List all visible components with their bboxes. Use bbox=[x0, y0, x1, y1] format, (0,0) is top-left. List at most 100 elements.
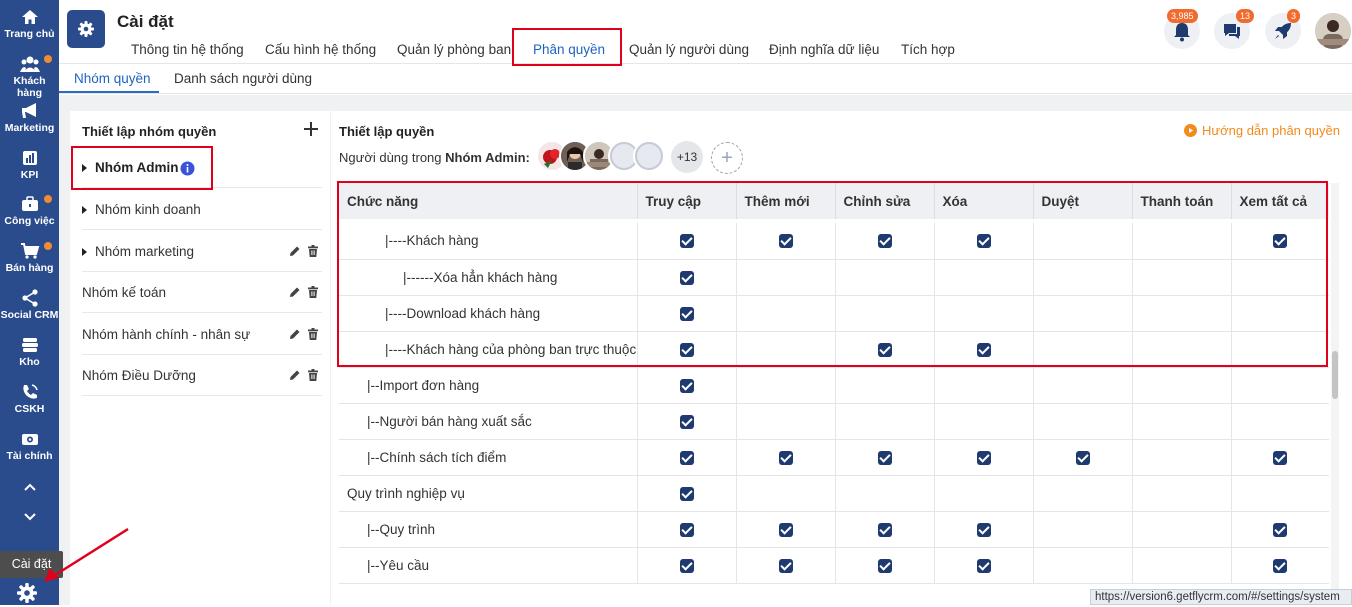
permission-cell[interactable] bbox=[934, 475, 1034, 512]
permission-checkbox[interactable] bbox=[877, 558, 892, 573]
permission-cell[interactable] bbox=[1033, 511, 1133, 548]
permission-cell[interactable] bbox=[1132, 511, 1232, 548]
permission-cell[interactable] bbox=[934, 403, 1034, 440]
permission-checkbox[interactable] bbox=[976, 558, 991, 573]
permission-cell[interactable] bbox=[1231, 403, 1329, 440]
permission-checkbox[interactable] bbox=[778, 558, 793, 573]
permission-checkbox[interactable] bbox=[877, 450, 892, 465]
permission-cell[interactable] bbox=[1033, 367, 1133, 404]
tab-system-info[interactable]: Thông tin hệ thống bbox=[131, 42, 244, 57]
user-avatar[interactable] bbox=[1315, 13, 1351, 49]
table-scrollbar[interactable] bbox=[1331, 183, 1339, 605]
sidebar-item-label: Trang chủ bbox=[4, 28, 55, 40]
notifications-button[interactable]: 3,985 bbox=[1164, 9, 1200, 49]
scrollbar-thumb[interactable] bbox=[1332, 351, 1338, 399]
permission-cell[interactable] bbox=[736, 403, 836, 440]
sidebar-item-social-crm[interactable]: Social CRM bbox=[0, 289, 59, 321]
play-circle-icon bbox=[1184, 124, 1197, 137]
sidebar-item-finance[interactable]: Tài chính bbox=[0, 430, 59, 462]
sidebar-item-home[interactable]: Trang chủ bbox=[0, 8, 59, 40]
permission-cell[interactable] bbox=[736, 475, 836, 512]
group-item-hr-admin[interactable]: Nhóm hành chính - nhân sự bbox=[82, 314, 322, 355]
permission-checkbox[interactable] bbox=[679, 378, 694, 393]
sidebar-item-customer-care[interactable]: CSKH bbox=[0, 383, 59, 415]
sidebar-item-kpi[interactable]: KPI bbox=[0, 149, 59, 181]
add-group-button[interactable] bbox=[303, 121, 319, 139]
sidebar-item-label: CSKH bbox=[14, 403, 45, 415]
tab-system-config[interactable]: Cấu hình hệ thống bbox=[265, 42, 376, 57]
permission-checkbox[interactable] bbox=[679, 450, 694, 465]
permission-cell[interactable] bbox=[1132, 403, 1232, 440]
table-row: Quy trình nghiệp vụ bbox=[339, 475, 1329, 512]
scroll-down-button[interactable] bbox=[0, 510, 59, 525]
permission-checkbox[interactable] bbox=[679, 522, 694, 537]
subtab-user-list[interactable]: Danh sách người dùng bbox=[174, 71, 312, 86]
sidebar-item-tasks[interactable]: Công việc bbox=[0, 195, 59, 227]
edit-icon[interactable] bbox=[289, 245, 301, 257]
permission-cell[interactable] bbox=[835, 475, 935, 512]
tab-integration[interactable]: Tích hợp bbox=[901, 42, 955, 57]
edit-icon[interactable] bbox=[289, 369, 301, 381]
trash-icon[interactable] bbox=[307, 286, 319, 298]
more-users-count[interactable]: +13 bbox=[671, 141, 703, 173]
permission-checkbox[interactable] bbox=[679, 486, 694, 501]
permission-checkbox[interactable] bbox=[679, 558, 694, 573]
tab-department-management[interactable]: Quản lý phòng ban bbox=[397, 42, 511, 57]
function-name: |--Chính sách tích điểm bbox=[339, 439, 638, 476]
sidebar-item-label: Công việc bbox=[4, 215, 55, 227]
permission-cell[interactable] bbox=[1132, 475, 1232, 512]
permission-cell[interactable] bbox=[1033, 475, 1133, 512]
group-item-accounting[interactable]: Nhóm kế toán bbox=[82, 272, 322, 313]
permission-cell[interactable] bbox=[1231, 367, 1329, 404]
finance-icon bbox=[21, 434, 38, 445]
trash-icon[interactable] bbox=[307, 245, 319, 257]
edit-icon[interactable] bbox=[289, 328, 301, 340]
permission-cell[interactable] bbox=[934, 367, 1034, 404]
sidebar-item-warehouse[interactable]: Kho bbox=[0, 336, 59, 368]
function-name: |--Import đơn hàng bbox=[339, 367, 638, 404]
caret-right-icon bbox=[82, 248, 87, 256]
permission-checkbox[interactable] bbox=[1273, 522, 1287, 537]
permission-cell[interactable] bbox=[736, 367, 836, 404]
group-label: Nhóm hành chính - nhân sự bbox=[82, 327, 251, 342]
settings-button[interactable] bbox=[16, 582, 38, 607]
permission-checkbox[interactable] bbox=[976, 450, 991, 465]
permission-cell[interactable] bbox=[1132, 367, 1232, 404]
notification-dot bbox=[44, 242, 52, 250]
permission-cell bbox=[736, 439, 836, 476]
trash-icon[interactable] bbox=[307, 328, 319, 340]
permission-cell[interactable] bbox=[835, 403, 935, 440]
permission-checkbox[interactable] bbox=[976, 522, 991, 537]
edit-icon[interactable] bbox=[289, 286, 301, 298]
permission-checkbox[interactable] bbox=[1273, 558, 1287, 573]
permission-checkbox[interactable] bbox=[1273, 450, 1287, 465]
group-item-nursing[interactable]: Nhóm Điều Dưỡng bbox=[82, 355, 322, 396]
group-item-marketing[interactable]: Nhóm marketing bbox=[82, 231, 322, 272]
add-user-button[interactable]: + bbox=[711, 142, 743, 174]
subtab-permission-groups[interactable]: Nhóm quyền bbox=[74, 71, 151, 86]
permission-checkbox[interactable] bbox=[1075, 450, 1090, 465]
group-item-sales[interactable]: Nhóm kinh doanh bbox=[82, 189, 322, 230]
permission-cell[interactable] bbox=[1033, 547, 1133, 584]
sidebar-item-marketing[interactable]: Marketing bbox=[0, 102, 59, 134]
rocket-button[interactable]: 3 bbox=[1265, 9, 1301, 49]
permission-cell bbox=[934, 547, 1034, 584]
permission-checkbox[interactable] bbox=[778, 450, 793, 465]
permission-cell[interactable] bbox=[1033, 403, 1133, 440]
tab-data-definition[interactable]: Định nghĩa dữ liệu bbox=[769, 42, 879, 57]
permission-cell[interactable] bbox=[1132, 439, 1232, 476]
sidebar-item-customers[interactable]: Khách hàng bbox=[0, 55, 59, 99]
help-guide-link[interactable]: Hướng dẫn phân quyền bbox=[1184, 123, 1340, 138]
permission-checkbox[interactable] bbox=[679, 414, 694, 429]
permission-checkbox[interactable] bbox=[778, 522, 793, 537]
tab-user-management[interactable]: Quản lý người dùng bbox=[629, 42, 749, 57]
messages-button[interactable]: 13 bbox=[1214, 9, 1255, 49]
sidebar-item-sales[interactable]: Bán hàng bbox=[0, 242, 59, 274]
permission-cell[interactable] bbox=[1231, 475, 1329, 512]
avatar[interactable] bbox=[633, 140, 665, 172]
permission-cell[interactable] bbox=[1132, 547, 1232, 584]
trash-icon[interactable] bbox=[307, 369, 319, 381]
permission-checkbox[interactable] bbox=[877, 522, 892, 537]
permission-cell[interactable] bbox=[835, 367, 935, 404]
scroll-up-button[interactable] bbox=[0, 480, 59, 495]
